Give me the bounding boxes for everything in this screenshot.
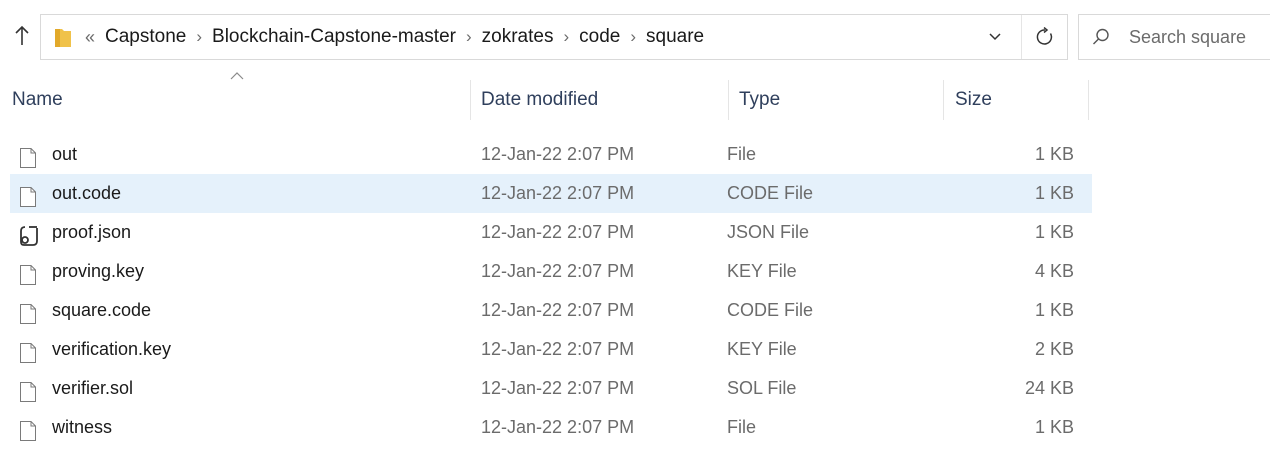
address-bar[interactable]: « Capstone › Blockchain-Capstone-master …	[40, 14, 1068, 60]
file-name: out	[52, 144, 78, 164]
file-type: SOL File	[727, 378, 797, 398]
file-row[interactable]: witness 12-Jan-22 2:07 PM File 1 KB	[10, 408, 1092, 447]
arrow-up-icon	[15, 25, 29, 45]
file-date-modified: 12-Jan-22 2:07 PM	[481, 261, 635, 281]
file-date-modified: 12-Jan-22 2:07 PM	[481, 144, 635, 164]
file-size: 2 KB	[1034, 339, 1074, 359]
file-icon	[19, 261, 37, 285]
file-row[interactable]: proving.key 12-Jan-22 2:07 PM KEY File 4 KB	[10, 252, 1092, 291]
address-history-dropdown[interactable]	[975, 15, 1015, 59]
file-size: 4 KB	[1034, 261, 1074, 281]
file-size: 1 KB	[1034, 222, 1074, 242]
column-divider[interactable]	[728, 80, 729, 120]
breadcrumb-item-square[interactable]: square	[646, 26, 704, 48]
file-icon	[19, 144, 37, 168]
search-box[interactable]: Search square	[1078, 14, 1270, 60]
file-type: File	[727, 144, 757, 164]
chevron-right-icon[interactable]: ›	[466, 27, 472, 47]
column-divider[interactable]	[1088, 80, 1089, 120]
file-size: 1 KB	[1034, 144, 1074, 164]
file-list: out 12-Jan-22 2:07 PM File 1 KB out.code 12-J…	[0, 135, 1270, 447]
file-row[interactable]: proof.json 12-Jan-22 2:07 PM JSON File 1 KB	[10, 213, 1092, 252]
column-header-name[interactable]: Name	[12, 78, 468, 122]
file-name: verification.key	[52, 339, 172, 359]
navigation-bar: « Capstone › Blockchain-Capstone-master …	[0, 0, 1270, 78]
column-divider[interactable]	[943, 80, 944, 120]
file-date-modified: 12-Jan-22 2:07 PM	[481, 222, 635, 242]
file-icon	[19, 183, 37, 207]
file-name: out.code	[52, 183, 122, 203]
up-button[interactable]	[8, 18, 36, 54]
file-date-modified: 12-Jan-22 2:07 PM	[481, 300, 635, 320]
breadcrumb: « Capstone › Blockchain-Capstone-master …	[85, 15, 704, 59]
refresh-icon	[1036, 27, 1053, 45]
file-date-modified: 12-Jan-22 2:07 PM	[481, 183, 635, 203]
breadcrumb-item-blockchain-capstone-master[interactable]: Blockchain-Capstone-master	[212, 26, 456, 48]
file-icon	[19, 417, 37, 441]
column-header-date-modified[interactable]: Date modified	[481, 78, 725, 122]
file-row[interactable]: out 12-Jan-22 2:07 PM File 1 KB	[10, 135, 1092, 174]
file-type: KEY File	[727, 261, 797, 281]
file-row[interactable]: verification.key 12-Jan-22 2:07 PM KEY Fil…	[10, 330, 1092, 369]
breadcrumb-item-zokrates[interactable]: zokrates	[482, 26, 554, 48]
file-date-modified: 12-Jan-22 2:07 PM	[481, 339, 635, 359]
file-name: witness	[52, 417, 113, 437]
breadcrumb-item-code[interactable]: code	[579, 26, 620, 48]
json-script-icon	[19, 222, 38, 246]
file-type: KEY File	[727, 339, 797, 359]
folder-icon	[55, 29, 71, 47]
column-header-type[interactable]: Type	[739, 78, 939, 122]
refresh-button[interactable]	[1021, 15, 1068, 59]
column-header-size[interactable]: Size	[955, 78, 1085, 122]
file-row[interactable]: square.code 12-Jan-22 2:07 PM CODE File 1 K…	[10, 291, 1092, 330]
file-size: 1 KB	[1034, 417, 1074, 437]
file-name: verifier.sol	[52, 378, 134, 398]
breadcrumb-item-capstone[interactable]: Capstone	[105, 26, 186, 48]
file-date-modified: 12-Jan-22 2:07 PM	[481, 378, 635, 398]
file-icon	[19, 378, 37, 402]
breadcrumb-overflow[interactable]: «	[85, 27, 95, 48]
file-size: 1 KB	[1034, 300, 1074, 320]
file-row[interactable]: out.code 12-Jan-22 2:07 PM CODE File 1 KB	[10, 174, 1092, 213]
file-type: JSON File	[727, 222, 810, 242]
file-date-modified: 12-Jan-22 2:07 PM	[481, 417, 635, 437]
file-size: 1 KB	[1034, 183, 1074, 203]
file-type: CODE File	[727, 300, 814, 320]
search-icon	[1093, 28, 1109, 45]
column-divider[interactable]	[470, 80, 471, 120]
chevron-right-icon[interactable]: ›	[196, 27, 202, 47]
file-name: proof.json	[52, 222, 132, 242]
file-name: proving.key	[52, 261, 145, 281]
file-row[interactable]: verifier.sol 12-Jan-22 2:07 PM SOL File 24 …	[10, 369, 1092, 408]
file-size: 24 KB	[1024, 378, 1074, 398]
file-type: CODE File	[727, 183, 814, 203]
file-icon	[19, 339, 37, 363]
chevron-down-icon	[989, 33, 1001, 41]
file-type: File	[727, 417, 757, 437]
file-icon	[19, 300, 37, 324]
chevron-right-icon[interactable]: ›	[563, 27, 569, 47]
file-name: square.code	[52, 300, 152, 320]
chevron-right-icon[interactable]: ›	[630, 27, 636, 47]
search-input[interactable]: Search square	[1129, 15, 1246, 59]
